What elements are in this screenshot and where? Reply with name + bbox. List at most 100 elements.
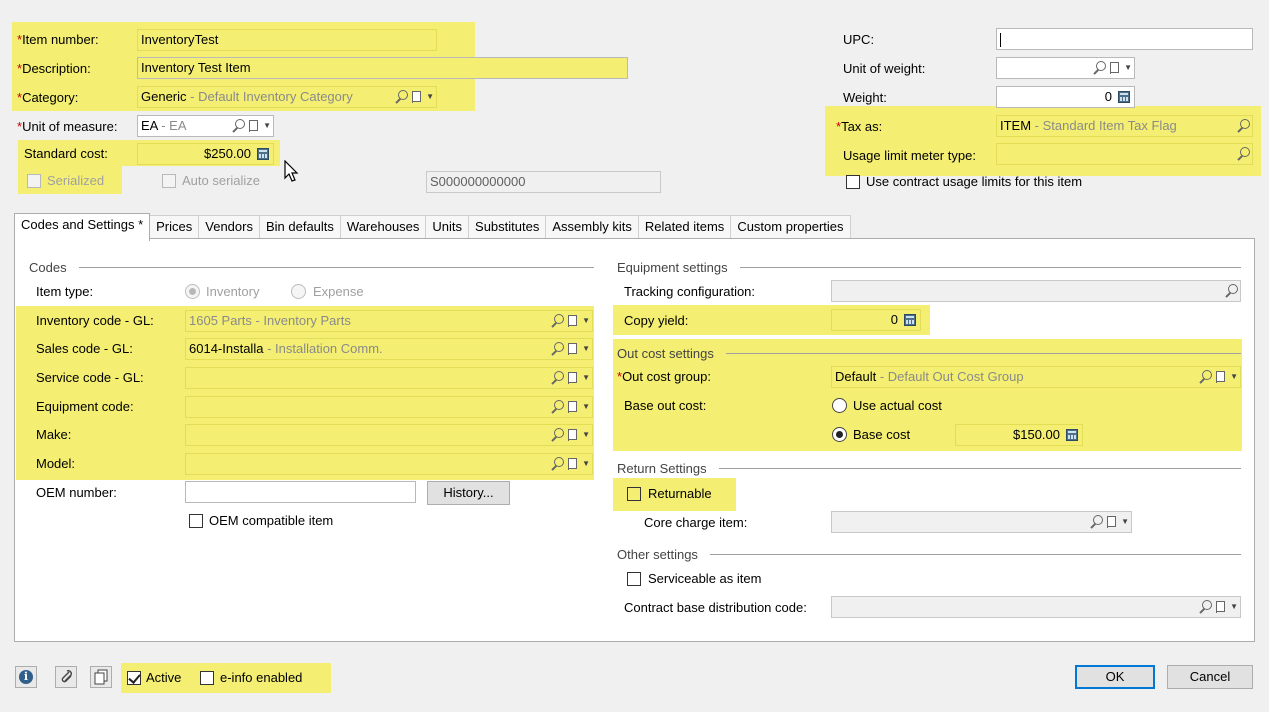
flag-icon[interactable] — [247, 119, 261, 133]
contract-usage-checkbox[interactable] — [846, 175, 860, 189]
tab-warehouses[interactable]: Warehouses — [339, 215, 427, 239]
copy-yield-input[interactable]: 0 — [831, 309, 921, 331]
search-icon[interactable] — [550, 342, 565, 356]
tab-assembly-kits[interactable]: Assembly kits — [545, 215, 639, 239]
einfo-enabled-label: e-info enabled — [220, 670, 303, 685]
description-label: *Description: — [17, 61, 91, 76]
auto-serialize-label: Auto serialize — [182, 173, 261, 188]
search-icon[interactable] — [550, 428, 565, 442]
chevron-down-icon[interactable]: ▼ — [582, 317, 590, 325]
tab-strip: Codes and Settings * Prices Vendors Bin … — [14, 213, 851, 241]
tab-units[interactable]: Units — [425, 215, 470, 239]
category-combo[interactable]: Generic - Default Inventory Category ▼ — [137, 86, 437, 108]
flag-icon[interactable] — [566, 457, 580, 471]
make-combo[interactable]: ▼ — [185, 424, 593, 446]
returnable-label: Returnable — [648, 486, 712, 501]
description-input[interactable]: Inventory Test Item — [137, 57, 628, 79]
weight-input[interactable]: 0 — [996, 86, 1135, 108]
auto-serialize-checkbox[interactable] — [162, 174, 176, 188]
flag-icon[interactable] — [566, 428, 580, 442]
tab-substitutes[interactable]: Substitutes — [468, 215, 547, 239]
notes-button[interactable] — [90, 666, 112, 688]
upc-input[interactable] — [996, 28, 1253, 50]
oem-number-input[interactable] — [185, 481, 416, 503]
search-icon[interactable] — [1236, 119, 1250, 133]
search-icon[interactable] — [550, 371, 565, 385]
search-icon[interactable] — [1198, 370, 1213, 384]
tab-bin-defaults[interactable]: Bin defaults — [258, 215, 341, 239]
cancel-button[interactable]: Cancel — [1167, 665, 1253, 689]
oem-compatible-checkbox[interactable] — [189, 514, 203, 528]
flag-icon[interactable] — [566, 371, 580, 385]
flag-icon[interactable] — [566, 342, 580, 356]
chevron-down-icon[interactable]: ▼ — [582, 345, 590, 353]
oem-number-label: OEM number: — [36, 485, 117, 500]
search-icon[interactable] — [231, 119, 246, 133]
base-cost-input[interactable]: $150.00 — [955, 424, 1083, 446]
tab-vendors[interactable]: Vendors — [198, 215, 260, 239]
calculator-icon[interactable] — [1118, 91, 1130, 103]
calculator-icon[interactable] — [904, 314, 916, 326]
info-button[interactable]: i — [15, 666, 37, 688]
serialized-checkbox[interactable] — [27, 174, 41, 188]
search-icon[interactable] — [394, 90, 409, 104]
tax-as-combo[interactable]: ITEM - Standard Item Tax Flag — [996, 115, 1253, 137]
model-combo[interactable]: ▼ — [185, 453, 593, 475]
ok-button[interactable]: OK — [1075, 665, 1155, 689]
chevron-down-icon[interactable]: ▼ — [582, 374, 590, 382]
chevron-down-icon[interactable]: ▼ — [426, 93, 434, 101]
tracking-configuration-combo — [831, 280, 1241, 302]
inventory-code-combo[interactable]: 1605 Parts - Inventory Parts ▼ — [185, 310, 593, 332]
out-cost-group-combo[interactable]: Default - Default Out Cost Group ▼ — [831, 366, 1241, 388]
flag-icon — [1105, 515, 1119, 529]
chevron-down-icon[interactable]: ▼ — [582, 403, 590, 411]
search-icon[interactable] — [550, 400, 565, 414]
item-type-label: Item type: — [36, 284, 94, 299]
service-code-combo[interactable]: ▼ — [185, 367, 593, 389]
chevron-down-icon: ▼ — [1230, 602, 1238, 611]
unit-of-weight-label: Unit of weight: — [843, 61, 926, 76]
usage-limit-meter-type-combo[interactable] — [996, 143, 1253, 165]
flag-icon[interactable] — [566, 400, 580, 414]
flag-icon[interactable] — [566, 314, 580, 328]
calculator-icon[interactable] — [1066, 429, 1078, 441]
chevron-down-icon[interactable]: ▼ — [1124, 64, 1132, 72]
base-cost-radio[interactable] — [832, 427, 847, 442]
chevron-down-icon[interactable]: ▼ — [582, 460, 590, 468]
use-actual-cost-radio[interactable] — [832, 398, 847, 413]
sales-code-combo[interactable]: 6014-Installa - Installation Comm. ▼ — [185, 338, 593, 360]
tab-prices[interactable]: Prices — [149, 215, 200, 239]
flag-icon[interactable] — [1214, 370, 1228, 384]
chevron-down-icon[interactable]: ▼ — [1230, 373, 1238, 381]
equipment-code-combo[interactable]: ▼ — [185, 396, 593, 418]
item-type-inventory-label: Inventory — [206, 284, 260, 299]
unit-of-measure-combo[interactable]: EA - EA ▼ — [137, 115, 274, 137]
serviceable-as-item-checkbox[interactable] — [627, 572, 641, 586]
text-caret — [1000, 32, 1001, 47]
chevron-down-icon[interactable]: ▼ — [582, 431, 590, 439]
einfo-enabled-checkbox[interactable] — [200, 671, 214, 685]
item-number-input[interactable]: InventoryTest — [137, 29, 437, 51]
search-icon[interactable] — [1236, 147, 1250, 161]
history-button[interactable]: History... — [427, 481, 510, 505]
flag-icon[interactable] — [1108, 61, 1122, 75]
unit-of-weight-combo[interactable]: ▼ — [996, 57, 1135, 79]
search-icon[interactable] — [550, 457, 565, 471]
paperclip-icon — [61, 670, 72, 683]
flag-icon[interactable] — [410, 90, 424, 104]
tab-codes-and-settings[interactable]: Codes and Settings * — [14, 213, 151, 241]
standard-cost-label: Standard cost: — [24, 146, 108, 161]
calculator-icon[interactable] — [257, 148, 269, 160]
item-type-expense-radio[interactable] — [291, 284, 306, 299]
item-type-inventory-radio[interactable] — [185, 284, 200, 299]
returnable-checkbox[interactable] — [627, 487, 641, 501]
contract-usage-label: Use contract usage limits for this item — [866, 174, 1083, 189]
tab-related-items[interactable]: Related items — [637, 215, 732, 239]
active-checkbox[interactable] — [127, 671, 141, 685]
tab-custom-properties[interactable]: Custom properties — [730, 215, 851, 239]
standard-cost-input[interactable]: $250.00 — [137, 143, 274, 165]
search-icon[interactable] — [1092, 61, 1107, 75]
chevron-down-icon[interactable]: ▼ — [263, 122, 271, 130]
attachment-button[interactable] — [55, 666, 77, 688]
search-icon[interactable] — [550, 314, 565, 328]
